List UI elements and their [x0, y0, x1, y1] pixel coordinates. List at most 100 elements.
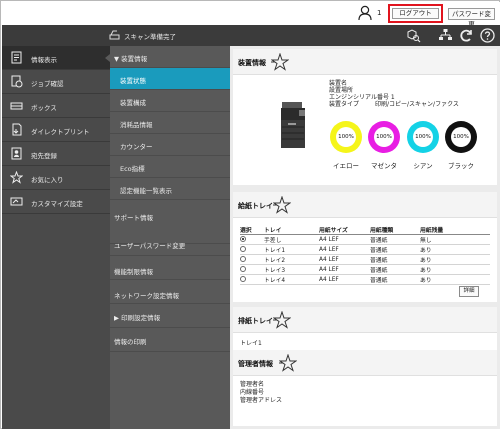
scanner-icon [109, 30, 120, 40]
printer-image [281, 102, 305, 148]
column-header: 用紙サイズ [319, 225, 370, 235]
output-tray-title: 排紙トレイ [238, 317, 273, 325]
toner-level: 100% [451, 127, 471, 147]
paper-remaining: あり [420, 254, 490, 265]
help-icon[interactable] [480, 28, 495, 43]
subnav-group-device-info[interactable]: ▼ 装置情報 [110, 46, 230, 68]
nav-item-favorites[interactable]: お気に入り [2, 166, 110, 190]
nav-item-info[interactable]: 情報表示 [2, 46, 110, 70]
subnav-item-network-settings[interactable]: ネットワーク設定情報 [110, 280, 230, 304]
paper-type: 普通紙 [370, 234, 420, 245]
nav-label: ダイレクトプリント [31, 128, 90, 136]
tray-radio[interactable] [240, 236, 246, 243]
nav-item-job[interactable]: ジョブ確認 [2, 70, 110, 94]
network-icon[interactable] [438, 28, 453, 43]
admin-address-label: 管理者アドレス [240, 397, 283, 404]
table-row[interactable]: 手差し A4 LEF 普通紙 無し [240, 234, 490, 245]
main-content: 装置情報 装置名 設置場所 エンジンシリアル番号 1 装置タイプ 印刷/コピー/… [230, 46, 500, 429]
table-row[interactable]: トレイ2 A4 LEF 普通紙 あり [240, 254, 490, 265]
device-info-title: 装置情報 [238, 59, 266, 67]
subnav-group-print-settings[interactable]: ▶ 印刷設定情報 [110, 304, 230, 328]
paper-remaining: 無し [420, 234, 490, 245]
top-bar: 1 ログアウト パスワード変更 [2, 2, 500, 28]
toner-cyan: 100% [407, 121, 439, 153]
toner-magenta: 100% [368, 121, 400, 153]
detail-button[interactable]: 詳細 [459, 286, 479, 297]
card-header: 排紙トレイ [233, 307, 497, 333]
search-settings-icon[interactable] [406, 28, 421, 43]
browser-frame: 1 ログアウト パスワード変更 スキャン準備完了 情報表示 ジョブ確認 ボックス… [0, 0, 500, 429]
favorite-star-icon[interactable] [271, 53, 289, 71]
tray-radio[interactable] [240, 256, 246, 263]
toner-yellow: 100% [330, 121, 362, 153]
tray-radio[interactable] [240, 276, 246, 283]
nav-item-direct-print[interactable]: ダイレクトプリント [2, 118, 110, 142]
nav-item-address[interactable]: 宛先登録 [2, 142, 110, 166]
paper-size: A4 LEF [319, 244, 370, 255]
subnav-item-device-status[interactable]: 装置状態 [110, 68, 230, 90]
paper-size: A4 LEF [319, 254, 370, 265]
refresh-icon[interactable] [459, 28, 474, 43]
paper-tray-title: 給紙トレイ [238, 202, 273, 210]
paper-type: 普通紙 [370, 254, 420, 265]
paper-size: A4 LEF [319, 274, 370, 285]
nav-label: カスタマイズ設定 [31, 200, 83, 208]
logout-highlight: ログアウト [388, 4, 443, 23]
table-header-row: 選択 トレイ 用紙サイズ 用紙種類 用紙残量 [240, 225, 490, 235]
table-row[interactable]: トレイ1 A4 LEF 普通紙 あり [240, 244, 490, 255]
card-header: 管理者情報 [233, 350, 497, 376]
toner-label-black: ブラック [448, 162, 474, 170]
device-type-label: 装置タイプ [329, 101, 360, 108]
device-type-value: 印刷/コピー/スキャン/ファクス [375, 101, 459, 108]
login-user-count: 1 [377, 9, 382, 17]
subnav-item-certified-functions[interactable]: 認定機能一覧表示 [110, 178, 230, 200]
paper-tray-table: 選択 トレイ 用紙サイズ 用紙種類 用紙残量 手差し A4 LEF 普通紙 無し… [240, 225, 490, 285]
nav-label: ボックス [31, 104, 57, 112]
toner-label-magenta: マゼンタ [371, 162, 397, 170]
paper-type: 普通紙 [370, 264, 420, 275]
tray-radio[interactable] [240, 246, 246, 253]
favorite-star-icon[interactable] [279, 354, 297, 372]
paper-remaining: あり [420, 244, 490, 255]
paper-type: 普通紙 [370, 274, 420, 285]
subnav-item-counter[interactable]: カウンター [110, 134, 230, 156]
table-row[interactable]: トレイ3 A4 LEF 普通紙 あり [240, 264, 490, 275]
subnav-item-consumables[interactable]: 消耗品情報 [110, 112, 230, 134]
column-header: 用紙残量 [420, 225, 490, 235]
customize-icon [10, 197, 23, 206]
star-icon [10, 171, 23, 184]
subnav-item-function-control[interactable]: 機能制限情報 [110, 256, 230, 280]
status-text: スキャン準備完了 [124, 33, 176, 41]
card-header: 装置情報 [233, 49, 497, 75]
tray-name: トレイ2 [264, 254, 319, 265]
subnav-item-device-config[interactable]: 装置構成 [110, 90, 230, 112]
toner-level: 100% [413, 127, 433, 147]
nav-item-customize[interactable]: カスタマイズ設定 [2, 190, 110, 214]
print-icon [12, 123, 22, 136]
password-change-button[interactable]: パスワード変更 [448, 8, 495, 28]
favorite-star-icon[interactable] [273, 196, 291, 214]
tray-name: トレイ4 [264, 274, 319, 285]
status-bar: スキャン準備完了 [2, 25, 500, 46]
toner-level: 100% [336, 127, 356, 147]
logout-button[interactable]: ログアウト [392, 8, 439, 19]
tray-radio[interactable] [240, 266, 246, 273]
paper-tray-card: 給紙トレイ 選択 トレイ 用紙サイズ 用紙種類 用紙残量 手差し A4 LEF … [233, 192, 497, 302]
table-row[interactable]: トレイ4 A4 LEF 普通紙 あり [240, 274, 490, 285]
subnav-item-eco[interactable]: Eco指標 [110, 156, 230, 178]
admin-info-card: 管理者情報 管理者名 内線番号 管理者アドレス [233, 350, 497, 426]
favorite-star-icon[interactable] [273, 311, 291, 329]
admin-info-title: 管理者情報 [238, 360, 273, 368]
output-tray-value: トレイ1 [240, 340, 262, 347]
device-info-card: 装置情報 装置名 設置場所 エンジンシリアル番号 1 装置タイプ 印刷/コピー/… [233, 49, 497, 185]
nav-item-box[interactable]: ボックス [2, 94, 110, 118]
paper-type: 普通紙 [370, 244, 420, 255]
nav-label: お気に入り [31, 176, 64, 184]
subnav-item-user-password[interactable]: ユーザーパスワード変更 [110, 232, 230, 256]
sub-nav: ▼ 装置情報 装置状態 装置構成 消耗品情報 カウンター Eco指標 認定機能一… [110, 46, 230, 429]
paper-size: A4 LEF [319, 234, 370, 245]
subnav-item-print-info[interactable]: 情報の印刷 [110, 328, 230, 352]
toner-level: 100% [374, 127, 394, 147]
output-tray-card: 排紙トレイ トレイ1 [233, 307, 497, 351]
user-icon[interactable] [358, 5, 372, 21]
